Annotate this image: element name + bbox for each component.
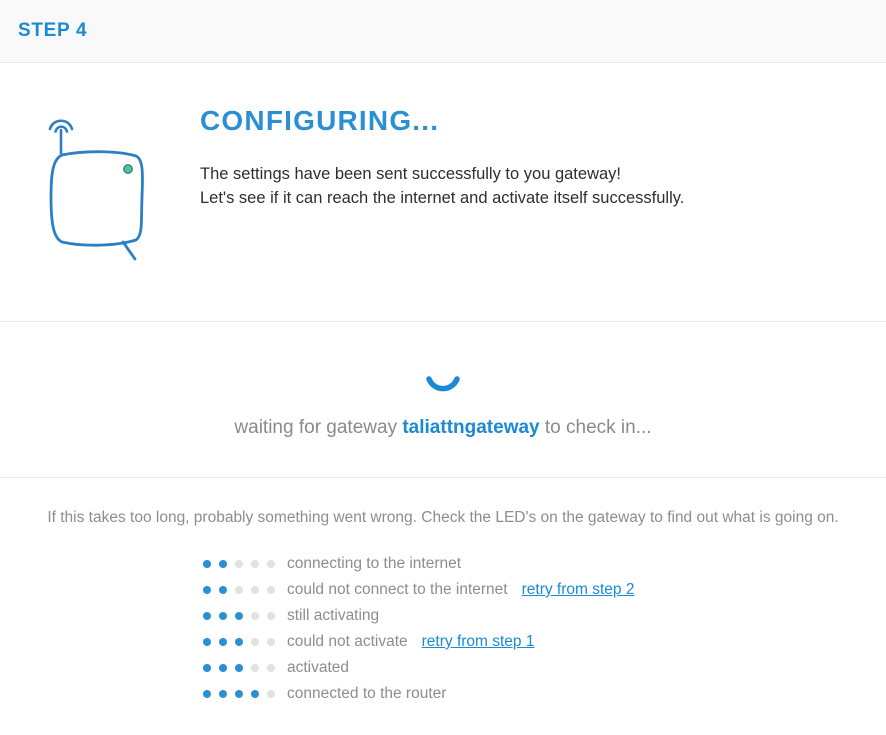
led-dot-off [251, 585, 259, 594]
led-status-row: still activating [203, 603, 683, 629]
configuring-title: CONFIGURING... [200, 105, 440, 136]
led-status-label: could not connect to the internet [287, 580, 508, 598]
led-status-label: could not activate [287, 632, 408, 650]
led-dot-off [251, 559, 259, 568]
led-dot-on [203, 611, 211, 620]
led-dot-off [267, 611, 275, 620]
led-dot-on [203, 585, 211, 594]
led-dot-on [203, 559, 211, 568]
led-dot-on [235, 637, 243, 646]
led-dot-on [219, 559, 227, 568]
waiting-message-suffix: to check in... [539, 417, 652, 438]
led-dot-on [203, 663, 211, 672]
led-status-legend: connecting to the internet could not conn… [203, 551, 683, 707]
retry-link[interactable]: retry from step 1 [422, 633, 535, 651]
led-dot-off [267, 559, 275, 568]
configuring-description-line-2: Let's see if it can reach the internet a… [200, 188, 685, 207]
led-status-label: connected to the router [287, 684, 447, 702]
gateway-router-icon [40, 109, 160, 279]
waiting-status-section: waiting for gateway taliattngateway to c… [0, 322, 886, 478]
waiting-message-prefix: waiting for gateway [234, 417, 403, 438]
led-dot-on [203, 689, 211, 698]
led-dot-group [203, 663, 287, 672]
led-status-row: could not connect to the internet retry f… [203, 577, 683, 603]
led-status-row: connected to the router [203, 681, 683, 707]
gateway-icon-container [0, 105, 200, 279]
led-dot-off [235, 585, 243, 594]
led-dot-on [235, 611, 243, 620]
retry-link[interactable]: retry from step 2 [522, 581, 635, 599]
gateway-name: taliattngateway [402, 417, 540, 438]
led-dot-off [251, 611, 259, 620]
led-dot-on [219, 663, 227, 672]
led-dot-on [219, 611, 227, 620]
led-dot-group [203, 585, 287, 594]
loading-spinner-icon [420, 362, 466, 408]
configuring-section: CONFIGURING... The settings have been se… [0, 63, 886, 322]
led-dot-off [267, 585, 275, 594]
led-dot-off [235, 559, 243, 568]
led-status-label: connecting to the internet [287, 554, 462, 572]
led-dot-off [251, 637, 259, 646]
led-dot-on [251, 689, 259, 698]
led-dot-on [219, 585, 227, 594]
led-help-section: If this takes too long, probably somethi… [0, 478, 886, 707]
led-dot-on [235, 689, 243, 698]
led-dot-off [251, 663, 259, 672]
led-status-row: could not activate retry from step 1 [203, 629, 683, 655]
led-dot-group [203, 689, 287, 698]
page-title: STEP 4 [18, 20, 88, 41]
led-dot-on [219, 689, 227, 698]
led-dot-on [219, 637, 227, 646]
led-dot-group [203, 559, 287, 568]
configuring-text-block: CONFIGURING... The settings have been se… [200, 105, 886, 211]
step-header: STEP 4 [0, 0, 886, 63]
led-status-label: still activating [287, 606, 380, 624]
led-help-text: If this takes too long, probably somethi… [47, 508, 839, 526]
configuring-description-line-1: The settings have been sent successfully… [200, 165, 621, 183]
led-dot-off [267, 689, 275, 698]
led-dot-off [267, 663, 275, 672]
led-status-label: activated [287, 658, 350, 676]
led-dot-on [235, 663, 243, 672]
led-status-row: activated [203, 655, 683, 681]
led-dot-group [203, 611, 287, 620]
led-dot-group [203, 637, 287, 646]
led-dot-off [267, 637, 275, 646]
led-status-row: connecting to the internet [203, 551, 683, 577]
waiting-message: waiting for gateway taliattngateway to c… [0, 416, 886, 441]
led-dot-on [203, 637, 211, 646]
